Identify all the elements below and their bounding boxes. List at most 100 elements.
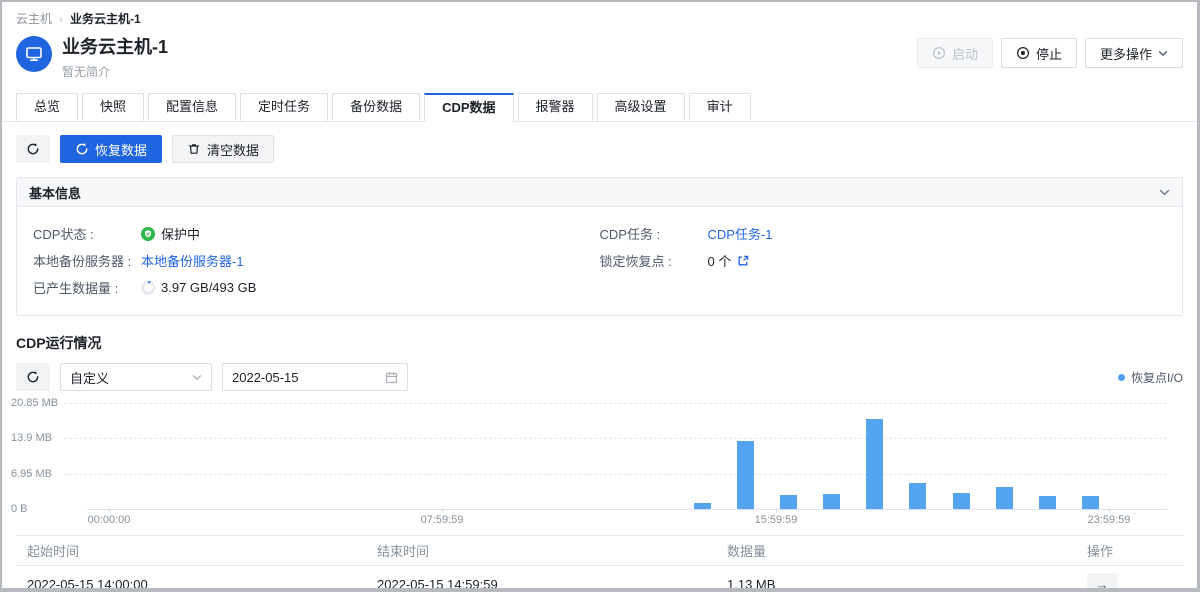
- recovery-points-table: 起始时间 结束时间 数据量 操作 2022-05-15 14:00:00 202…: [16, 535, 1183, 592]
- cloud-vm-detail-page: 云主机 › 业务云主机-1 业务云主机-1 暂无简介: [0, 0, 1200, 592]
- chart-bar[interactable]: [823, 494, 840, 509]
- locked-recovery-points-value: 0 个: [708, 251, 732, 270]
- tab-cdp-data[interactable]: CDP数据: [424, 93, 513, 122]
- chart-bar[interactable]: [909, 483, 926, 509]
- page-subtitle: 暂无简介: [62, 63, 168, 80]
- refresh-icon: [26, 370, 40, 384]
- chart-bar[interactable]: [953, 493, 970, 509]
- field-cdp-status: CDP状态 : 保护中: [33, 220, 600, 247]
- cdp-task-link[interactable]: CDP任务-1: [708, 224, 773, 243]
- cell-data-size: 1.13 MB: [716, 577, 1076, 592]
- cdp-runtime-title: CDP运行情况: [16, 333, 1183, 353]
- chart-controls: 自定义 2022-05-15 恢复点I/O: [16, 363, 1183, 391]
- restore-icon: [75, 142, 89, 156]
- col-actions: 操作: [1076, 541, 1183, 560]
- page-title: 业务云主机-1: [62, 36, 168, 58]
- chart-bar[interactable]: [866, 419, 883, 509]
- legend-label: 恢复点I/O: [1131, 369, 1183, 386]
- tab-advanced-settings[interactable]: 高级设置: [597, 93, 685, 121]
- cdp-status-value: 保护中: [161, 224, 200, 243]
- chevron-down-icon: [1158, 50, 1168, 57]
- field-cdp-task: CDP任务 : CDP任务-1: [600, 220, 1167, 247]
- page-header: 云主机 › 业务云主机-1 业务云主机-1 暂无简介: [2, 2, 1197, 80]
- tab-scheduled-tasks[interactable]: 定时任务: [240, 93, 328, 121]
- protection-status-icon: [141, 227, 155, 241]
- cdp-chart: 0 B 6.95 MB 13.9 MB 20.85 MB 00:00:00 07:59:5…: [2, 395, 1200, 529]
- generated-data-value: 3.97 GB/493 GB: [161, 280, 256, 295]
- cell-end-time: 2022-05-15 14:59:59: [366, 577, 716, 592]
- local-backup-server-link[interactable]: 本地备份服务器-1: [141, 251, 244, 270]
- go-to-row-button[interactable]: →: [1087, 573, 1117, 592]
- breadcrumb-item-vms[interactable]: 云主机: [16, 10, 52, 27]
- tab-snapshots[interactable]: 快照: [82, 93, 144, 121]
- monitor-icon: [24, 44, 44, 64]
- y-axis-label: 6.95 MB: [11, 466, 52, 482]
- breadcrumb-separator: ›: [59, 12, 63, 26]
- tab-config-info[interactable]: 配置信息: [148, 93, 236, 121]
- detail-tabs: 总览 快照 配置信息 定时任务 备份数据 CDP数据 报警器 高级设置 审计: [2, 93, 1197, 122]
- calendar-icon: [385, 371, 398, 384]
- play-circle-icon: [932, 46, 946, 60]
- chart-gridline: [64, 438, 1167, 439]
- cell-start-time: 2022-05-15 14:00:00: [16, 577, 366, 592]
- table-header: 起始时间 结束时间 数据量 操作: [16, 535, 1183, 566]
- more-actions-button[interactable]: 更多操作: [1085, 38, 1183, 68]
- field-local-backup-server: 本地备份服务器 : 本地备份服务器-1: [33, 247, 600, 274]
- chart-bar[interactable]: [996, 487, 1013, 509]
- collapse-chevron-icon[interactable]: [1159, 189, 1170, 196]
- restore-data-button[interactable]: 恢复数据: [60, 135, 162, 163]
- x-axis-label: 15:59:59: [755, 514, 798, 526]
- external-link-icon[interactable]: [737, 255, 749, 267]
- tab-backup-data[interactable]: 备份数据: [332, 93, 420, 121]
- breadcrumb-item-current: 业务云主机-1: [70, 10, 141, 27]
- col-data-size: 数据量: [716, 541, 1076, 560]
- chart-legend[interactable]: 恢复点I/O: [1118, 369, 1183, 386]
- x-axis-label: 07:59:59: [421, 514, 464, 526]
- refresh-button[interactable]: [16, 135, 50, 163]
- basic-info-panel: 基本信息 CDP状态 :: [16, 177, 1183, 316]
- chart-gridline: [64, 403, 1167, 404]
- vm-avatar: [16, 36, 52, 72]
- stop-button[interactable]: 停止: [1001, 38, 1077, 68]
- trash-icon: [187, 142, 201, 156]
- tab-alarms[interactable]: 报警器: [518, 93, 593, 121]
- stop-circle-icon: [1016, 46, 1030, 60]
- chart-refresh-button[interactable]: [16, 363, 50, 391]
- y-axis-label: 0 B: [11, 501, 28, 517]
- chart-bar[interactable]: [780, 495, 797, 509]
- table-row: 2022-05-15 14:00:00 2022-05-15 14:59:59 …: [16, 566, 1183, 592]
- start-button[interactable]: 启动: [917, 38, 993, 68]
- field-locked-recovery-points: 锁定恢复点 : 0 个: [600, 247, 1167, 274]
- y-axis-label: 20.85 MB: [11, 395, 58, 411]
- chart-bar[interactable]: [1039, 496, 1056, 509]
- x-axis-label: 00:00:00: [88, 514, 131, 526]
- x-axis-tick: [1109, 509, 1110, 513]
- usage-donut-icon: [141, 281, 155, 295]
- chart-bar[interactable]: [1082, 496, 1099, 509]
- x-axis-tick: [442, 509, 443, 513]
- x-axis-label: 23:59:59: [1088, 514, 1131, 526]
- col-end-time: 结束时间: [366, 541, 716, 560]
- y-axis-label: 13.9 MB: [11, 430, 52, 446]
- date-picker[interactable]: 2022-05-15: [222, 363, 408, 391]
- time-range-select[interactable]: 自定义: [60, 363, 212, 391]
- basic-info-header[interactable]: 基本信息: [17, 178, 1182, 207]
- chart-x-axis: [87, 509, 1167, 510]
- cdp-toolbar: 恢复数据 清空数据: [16, 135, 1183, 163]
- x-axis-tick: [109, 509, 110, 513]
- tab-overview[interactable]: 总览: [16, 93, 78, 121]
- legend-dot-icon: [1118, 374, 1125, 381]
- chart-bar[interactable]: [694, 503, 711, 509]
- arrow-right-icon: →: [1096, 577, 1109, 592]
- breadcrumb: 云主机 › 业务云主机-1: [16, 10, 1183, 27]
- x-axis-tick: [776, 509, 777, 513]
- basic-info-title: 基本信息: [29, 183, 81, 202]
- refresh-icon: [26, 142, 40, 156]
- chart-gridline: [64, 474, 1167, 475]
- clear-data-button[interactable]: 清空数据: [172, 135, 274, 163]
- chart-bar[interactable]: [737, 441, 754, 509]
- tab-audit[interactable]: 审计: [689, 93, 751, 121]
- col-start-time: 起始时间: [16, 541, 366, 560]
- chevron-down-icon: [192, 374, 202, 381]
- field-generated-data: 已产生数据量 : 3.97 GB/493 GB: [33, 274, 600, 301]
